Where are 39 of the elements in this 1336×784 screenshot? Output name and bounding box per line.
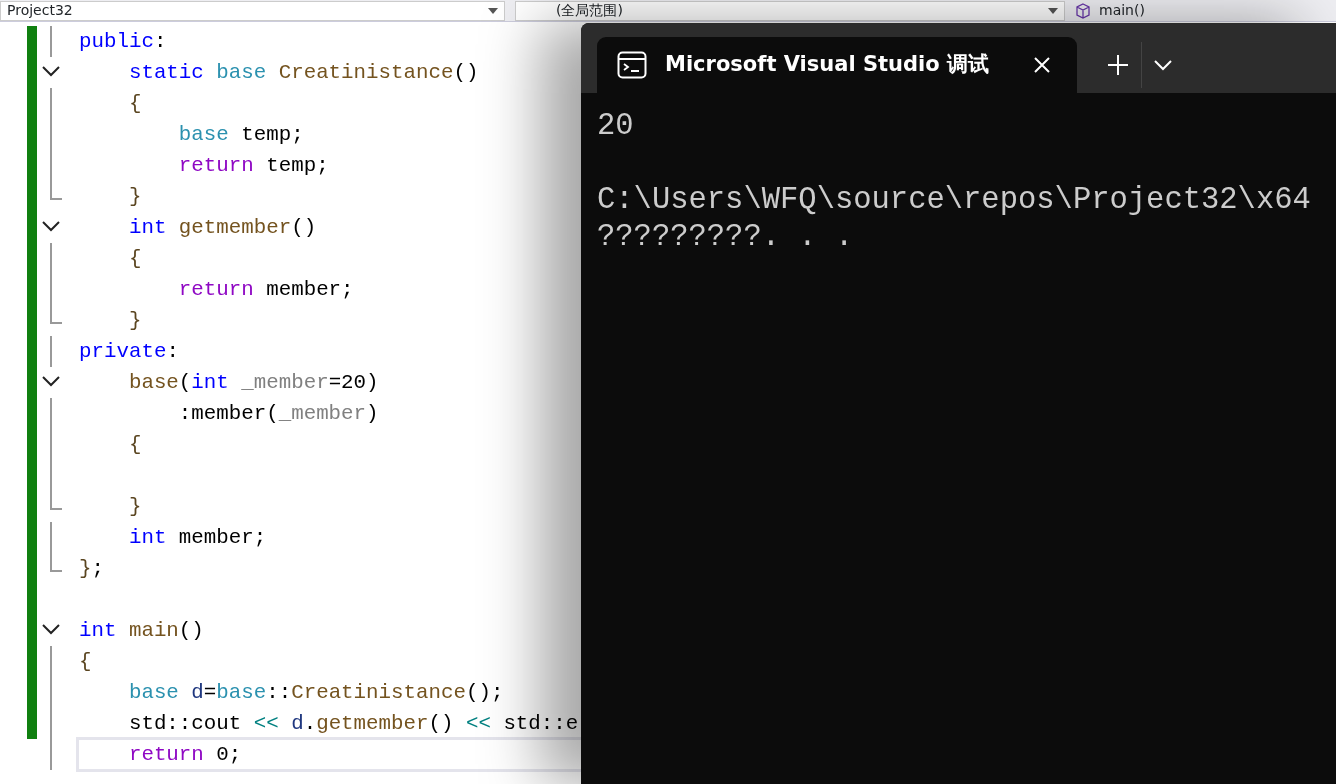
code-line: std::cout << d.getmember() << std::e [128,710,579,737]
code-line: { [79,648,92,675]
chevron-icon [1154,59,1172,71]
plus-icon [1107,54,1129,76]
code-line: int main() [79,617,204,644]
code-line: int getmember() [128,214,317,241]
code-line: } [128,307,142,334]
terminal-tab[interactable]: Microsoft Visual Studio 调试 [597,37,1077,93]
code-line: return member; [178,276,354,303]
code-line: { [128,431,142,458]
code-line: } [128,183,142,210]
terminal-icon [617,51,647,79]
close-icon [1033,56,1051,74]
code-line: return 0; [128,741,242,768]
code-line: } [128,493,142,520]
code-line: return temp; [178,152,329,179]
code-line: private: [79,338,179,365]
output-line: 20 [597,108,635,145]
output-line: ?????????. . . [597,219,855,256]
chevron-icon[interactable] [42,624,60,635]
chevron-icon[interactable] [42,376,60,387]
code-line: { [128,245,142,272]
caret-icon [488,7,498,14]
code-line: int member; [128,524,267,551]
code-line: base d=base::Creatinistance(); [128,679,504,706]
project-dropdown[interactable]: Project32 [0,0,505,21]
output-line: C:\Users\WFQ\source\repos\Project32\x64 [597,182,1312,219]
code-line: }; [79,555,104,582]
chevron-icon[interactable] [42,66,60,77]
member-dropdown[interactable]: main() [1099,0,1145,21]
scope-dropdown[interactable]: (全局范围) [515,0,1065,21]
caret-icon [1048,7,1058,14]
chevron-icon[interactable] [42,221,60,232]
code-line: base(int _member=20) [128,369,379,396]
code-line: base temp; [178,121,304,148]
code-line: :member(_member) [178,400,379,427]
code-line: static base Creatinistance() [128,59,479,86]
code-line: public: [79,28,167,55]
code-line: { [128,90,142,117]
